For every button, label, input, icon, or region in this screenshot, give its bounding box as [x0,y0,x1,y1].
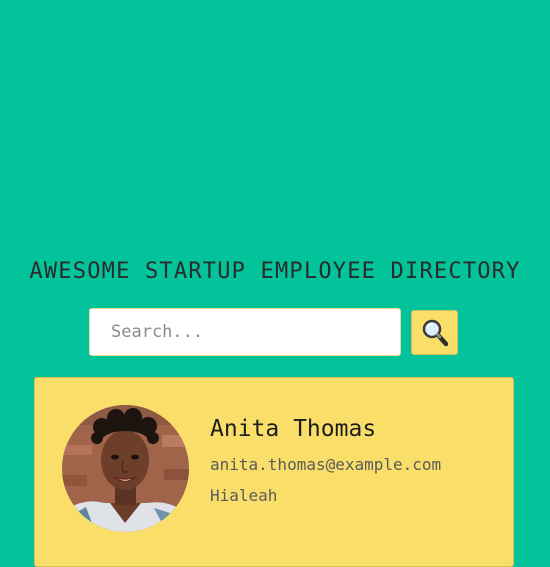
search-form [89,308,461,358]
employee-city: Hialeah [210,486,278,505]
employee-info: Anita Thomas anita.thomas@example.com Hi… [210,416,441,505]
employee-card[interactable]: Anita Thomas anita.thomas@example.com Hi… [34,377,514,567]
search-input[interactable] [89,308,401,356]
magnifying-glass-icon [422,319,449,347]
employee-name: Anita Thomas [210,416,377,442]
search-button[interactable] [411,310,458,355]
page-title: AWESOME STARTUP EMPLOYEE DIRECTORY [29,259,521,284]
employee-email: anita.thomas@example.com [210,455,442,474]
employee-avatar [62,405,189,532]
